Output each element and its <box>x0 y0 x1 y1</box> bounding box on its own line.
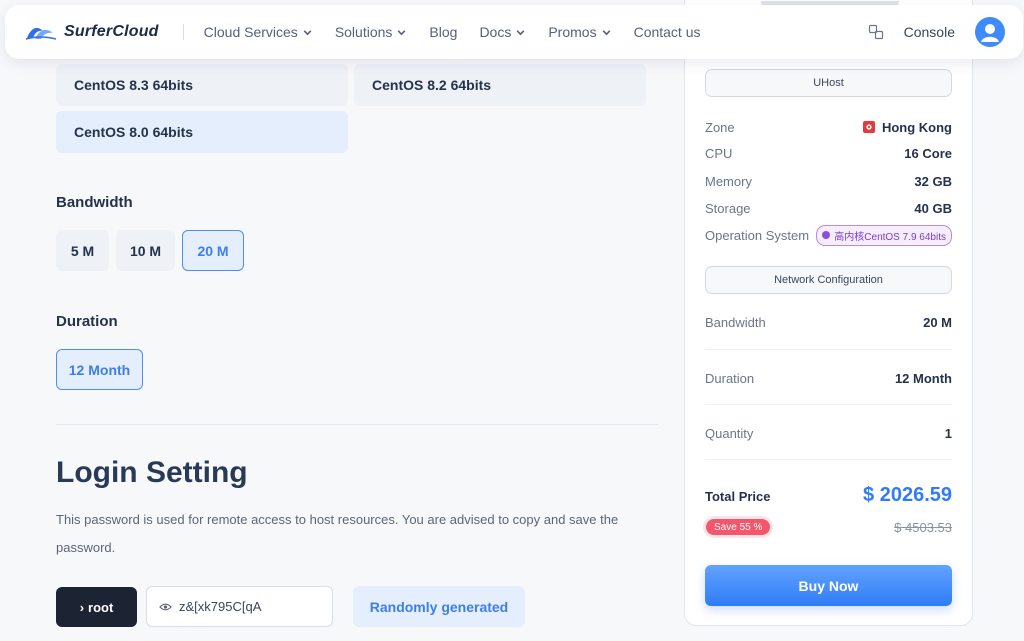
total-price-label: Total Price <box>705 489 771 504</box>
bandwidth-title: Bandwidth <box>56 194 133 211</box>
save-badge: Save 55 % <box>706 519 771 535</box>
os-badge-icon <box>822 231 831 239</box>
root-user-button[interactable]: › root <box>56 587 137 627</box>
logo-icon <box>25 27 57 40</box>
spec-value: Hong Kong <box>881 119 952 135</box>
os-option-centos-8-0[interactable]: CentOS 8.0 64bits <box>56 111 348 153</box>
nav-label: Solutions <box>334 24 393 40</box>
root-user-label: root <box>88 599 114 615</box>
spec-row-zone: Zone Hong Kong <box>705 117 952 137</box>
chevron-down-icon <box>398 29 406 35</box>
spec-value-wrap: Hong Kong <box>862 119 952 135</box>
nav-label: Cloud Services <box>203 24 298 40</box>
top-navbar: SurferCloud Cloud Services Solutions Blo… <box>5 5 1023 59</box>
spec-key: Zone <box>705 119 735 135</box>
nav-promos[interactable]: Promos <box>548 24 611 40</box>
net-key: Quantity <box>705 425 754 441</box>
brand-logo[interactable]: SurferCloud <box>25 22 159 42</box>
nav-label: Blog <box>429 24 458 40</box>
eye-icon[interactable] <box>159 602 172 612</box>
total-price-value: $ 2026.59 <box>863 484 952 506</box>
spec-value: 16 Core <box>904 145 952 161</box>
password-value: z&[xk795C[qA <box>179 599 262 614</box>
console-link[interactable]: Console <box>904 24 955 40</box>
spec-row-storage: Storage 40 GB <box>705 198 952 218</box>
net-row-quantity: Quantity 1 <box>705 423 952 443</box>
bandwidth-option-5m[interactable]: 5 M <box>56 230 109 271</box>
nav-label: Promos <box>548 24 597 40</box>
brand-name: SurferCloud <box>64 23 159 40</box>
duration-title: Duration <box>56 313 118 330</box>
spec-key: Storage <box>705 200 751 216</box>
main-nav: Cloud Services Solutions Blog Docs Promo… <box>204 24 723 40</box>
spec-value: 40 GB <box>914 200 952 216</box>
section-divider <box>56 424 658 425</box>
randomly-generated-button[interactable]: Randomly generated <box>353 586 525 627</box>
user-avatar-icon[interactable] <box>975 17 1005 47</box>
row-divider <box>705 459 952 460</box>
header-divider <box>182 24 184 40</box>
hong-kong-flag-icon <box>862 121 875 133</box>
bandwidth-option-10m[interactable]: 10 M <box>116 230 175 271</box>
network-section-label: Network Configuration <box>705 266 952 294</box>
net-key: Duration <box>705 370 755 386</box>
chevron-down-icon <box>602 29 610 35</box>
duration-option-12-month[interactable]: 12 Month <box>56 349 143 390</box>
net-row-bandwidth: Bandwidth 20 M <box>705 312 952 332</box>
spec-row-memory: Memory 32 GB <box>705 171 952 191</box>
net-key: Bandwidth <box>705 314 766 330</box>
nav-docs[interactable]: Docs <box>479 24 526 40</box>
net-value: 12 Month <box>894 370 952 386</box>
net-row-duration: Duration 12 Month <box>705 368 952 388</box>
chevron-down-icon <box>516 29 525 35</box>
spec-key: CPU <box>705 145 733 161</box>
net-value: 20 M <box>923 314 952 330</box>
spec-row-cpu: CPU 16 Core <box>705 143 952 163</box>
spec-key: Memory <box>705 173 752 189</box>
nav-label: Contact us <box>633 24 701 40</box>
os-option-centos-8-3[interactable]: CentOS 8.3 64bits <box>56 64 348 106</box>
chevron-right-icon: › <box>79 599 85 615</box>
original-price: $ 4503.53 <box>894 520 952 535</box>
spec-row-os: Operation System 高内核CentOS 7.9 64bits <box>705 224 952 246</box>
nav-solutions[interactable]: Solutions <box>335 24 408 40</box>
translate-icon[interactable] <box>868 24 884 40</box>
os-option-centos-8-2[interactable]: CentOS 8.2 64bits <box>354 64 646 106</box>
nav-label: Docs <box>479 24 512 40</box>
spec-value: 32 GB <box>914 173 952 189</box>
net-value: 1 <box>944 425 952 441</box>
spec-key: Operation System <box>705 227 810 243</box>
chevron-down-icon <box>303 29 312 35</box>
uhost-section-label: UHost <box>705 69 952 97</box>
nav-cloud-services[interactable]: Cloud Services <box>204 24 313 40</box>
header-actions: Console <box>868 5 1005 59</box>
row-divider <box>705 349 952 350</box>
login-setting-description: This password is used for remote access … <box>56 512 619 555</box>
row-divider <box>705 404 952 405</box>
os-badge: 高内核CentOS 7.9 64bits <box>816 224 952 246</box>
nav-blog[interactable]: Blog <box>429 24 457 40</box>
password-field[interactable]: z&[xk795C[qA <box>146 586 333 627</box>
order-summary-card: UHost Zone Hong Kong CPU 16 Core Memory … <box>684 0 973 626</box>
nav-contact-us[interactable]: Contact us <box>634 24 701 40</box>
buy-now-button[interactable]: Buy Now <box>705 565 952 606</box>
bandwidth-option-20m[interactable]: 20 M <box>182 230 244 271</box>
main-config-panel: CentOS 8.3 64bits CentOS 8.2 64bits Cent… <box>0 0 670 641</box>
os-badge-label: 高内核CentOS 7.9 64bits <box>834 231 946 243</box>
login-setting-title: Login Setting <box>56 456 248 489</box>
